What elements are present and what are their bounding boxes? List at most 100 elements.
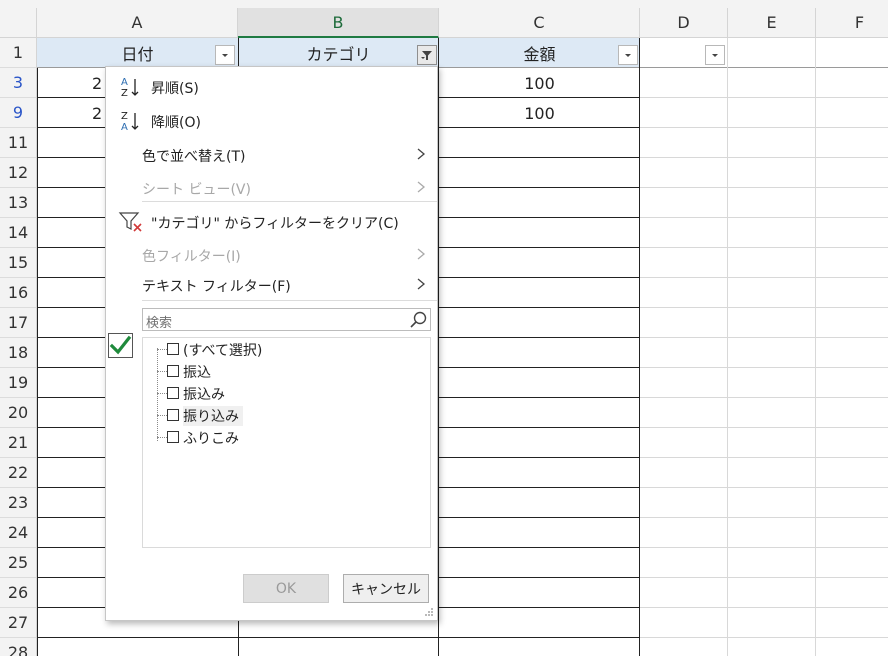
chevron-right-icon xyxy=(417,248,426,260)
filter-item[interactable]: 振込み xyxy=(157,382,417,404)
grid-line xyxy=(640,577,888,578)
filter-value-list: (すべて選択) 振込 振込み 振り込み ふりこみ xyxy=(142,337,431,548)
checkbox[interactable] xyxy=(167,365,179,377)
svg-text:A: A xyxy=(121,122,128,133)
row-header-16[interactable]: 16 xyxy=(0,278,37,308)
cell-c9[interactable]: 100 xyxy=(439,104,640,123)
row-header-14[interactable]: 14 xyxy=(0,218,37,248)
row-header-28[interactable]: 28 xyxy=(0,638,37,656)
menu-sort-by-color[interactable]: 色で並べ替え(T) xyxy=(106,139,437,169)
sort-by-color-label: 色で並べ替え(T) xyxy=(142,149,246,165)
menu-text-filter[interactable]: テキスト フィルター(F) xyxy=(106,269,437,299)
menu-color-filter[interactable]: 色フィルター(I) xyxy=(106,239,437,269)
grid-line xyxy=(37,637,640,638)
grid-line xyxy=(640,367,888,368)
row-header-11[interactable]: 11 xyxy=(0,128,37,158)
grid-line xyxy=(438,38,439,656)
check-mark-icon xyxy=(108,333,133,358)
header-category-label: カテゴリ xyxy=(306,45,371,64)
row-header-25[interactable]: 25 xyxy=(0,548,37,578)
svg-text:Z: Z xyxy=(121,111,128,122)
column-header-c[interactable]: C xyxy=(439,8,640,38)
text-filter-label: テキスト フィルター(F) xyxy=(142,279,291,295)
filter-item-select-all[interactable]: (すべて選択) xyxy=(157,338,417,360)
header-cell-amount[interactable]: 金額 xyxy=(439,38,640,68)
column-header-d[interactable]: D xyxy=(640,8,728,38)
filter-applied-icon xyxy=(421,51,432,60)
grid-line xyxy=(640,637,888,638)
cancel-button[interactable]: キャンセル xyxy=(343,574,429,603)
menu-sort-descending[interactable]: Z A 降順(O) xyxy=(106,105,437,135)
row-header-27[interactable]: 27 xyxy=(0,608,37,638)
row-header-13[interactable]: 13 xyxy=(0,188,37,218)
menu-sheet-view[interactable]: シート ビュー(V) xyxy=(106,172,437,202)
row-header-23[interactable]: 23 xyxy=(0,488,37,518)
header-cell-category[interactable]: カテゴリ xyxy=(238,38,439,68)
grid-line xyxy=(640,547,888,548)
row-header-9[interactable]: 9 xyxy=(0,98,37,128)
resize-grip-icon[interactable] xyxy=(424,607,434,617)
header-date-label: 日付 xyxy=(121,45,154,64)
header-cell-date[interactable]: 日付 xyxy=(37,38,238,68)
tree-tick xyxy=(157,371,167,372)
column-header-a[interactable]: A xyxy=(37,8,238,38)
row-header-22[interactable]: 22 xyxy=(0,458,37,488)
row-header-26[interactable]: 26 xyxy=(0,578,37,608)
row-header-15[interactable]: 15 xyxy=(0,248,37,278)
column-header-f[interactable]: F xyxy=(816,8,888,38)
grid-line xyxy=(640,247,888,248)
select-all-corner[interactable] xyxy=(0,8,37,38)
grid-line xyxy=(640,427,888,428)
row-header-1[interactable]: 1 xyxy=(0,38,37,68)
grid-line xyxy=(640,307,888,308)
dropdown-arrow-icon xyxy=(712,54,718,57)
row-header-12[interactable]: 12 xyxy=(0,158,37,188)
header-amount-label: 金額 xyxy=(523,45,556,64)
checkbox-select-all[interactable] xyxy=(167,343,179,355)
grid-line xyxy=(640,187,888,188)
filter-dropdown-date[interactable] xyxy=(215,45,235,65)
menu-clear-filter[interactable]: "カテゴリ" からフィルターをクリア(C) xyxy=(106,206,437,236)
filter-dropdown-d[interactable] xyxy=(705,45,725,65)
row-header-24[interactable]: 24 xyxy=(0,518,37,548)
grid-line xyxy=(640,397,888,398)
row-header-20[interactable]: 20 xyxy=(0,398,37,428)
column-header-b[interactable]: B xyxy=(238,8,439,38)
checkbox[interactable] xyxy=(167,409,179,421)
tree-tick xyxy=(157,349,167,350)
tree-tick xyxy=(157,393,167,394)
row-header-17[interactable]: 17 xyxy=(0,308,37,338)
grid-line xyxy=(639,38,640,656)
svg-text:Z: Z xyxy=(121,88,128,99)
grid-line xyxy=(37,68,38,656)
cell-c3[interactable]: 100 xyxy=(439,74,640,93)
filter-search-input[interactable]: 検索 xyxy=(142,308,431,331)
sort-ascending-icon: A Z xyxy=(121,77,139,99)
tree-tick xyxy=(157,415,167,416)
search-placeholder: 検索 xyxy=(146,316,173,331)
sheet-view-label: シート ビュー(V) xyxy=(142,182,251,198)
sort-descending-icon: Z A xyxy=(121,111,139,133)
row-header-19[interactable]: 19 xyxy=(0,368,37,398)
filter-item[interactable]: 振り込み xyxy=(157,404,417,426)
filter-item[interactable]: 振込 xyxy=(157,360,417,382)
ok-button[interactable]: OK xyxy=(243,574,329,603)
menu-sort-ascending[interactable]: A Z 昇順(S) xyxy=(106,71,437,101)
checkbox[interactable] xyxy=(167,431,179,443)
filter-item-label: 振込み xyxy=(183,387,225,403)
filter-item-label: (すべて選択) xyxy=(183,343,263,359)
search-icon[interactable] xyxy=(409,310,429,330)
menu-separator xyxy=(142,201,437,202)
column-header-e[interactable]: E xyxy=(728,8,816,38)
checkbox[interactable] xyxy=(167,387,179,399)
color-filter-label: 色フィルター(I) xyxy=(142,249,241,265)
filter-dropdown-amount[interactable] xyxy=(618,45,638,65)
row-header-3[interactable]: 3 xyxy=(0,68,37,98)
filter-dropdown-category[interactable] xyxy=(417,45,437,65)
row-header-21[interactable]: 21 xyxy=(0,428,37,458)
menu-separator xyxy=(142,300,437,301)
grid-line xyxy=(640,97,888,98)
filter-item[interactable]: ふりこみ xyxy=(157,426,417,448)
row-header-18[interactable]: 18 xyxy=(0,338,37,368)
grid-line xyxy=(640,277,888,278)
